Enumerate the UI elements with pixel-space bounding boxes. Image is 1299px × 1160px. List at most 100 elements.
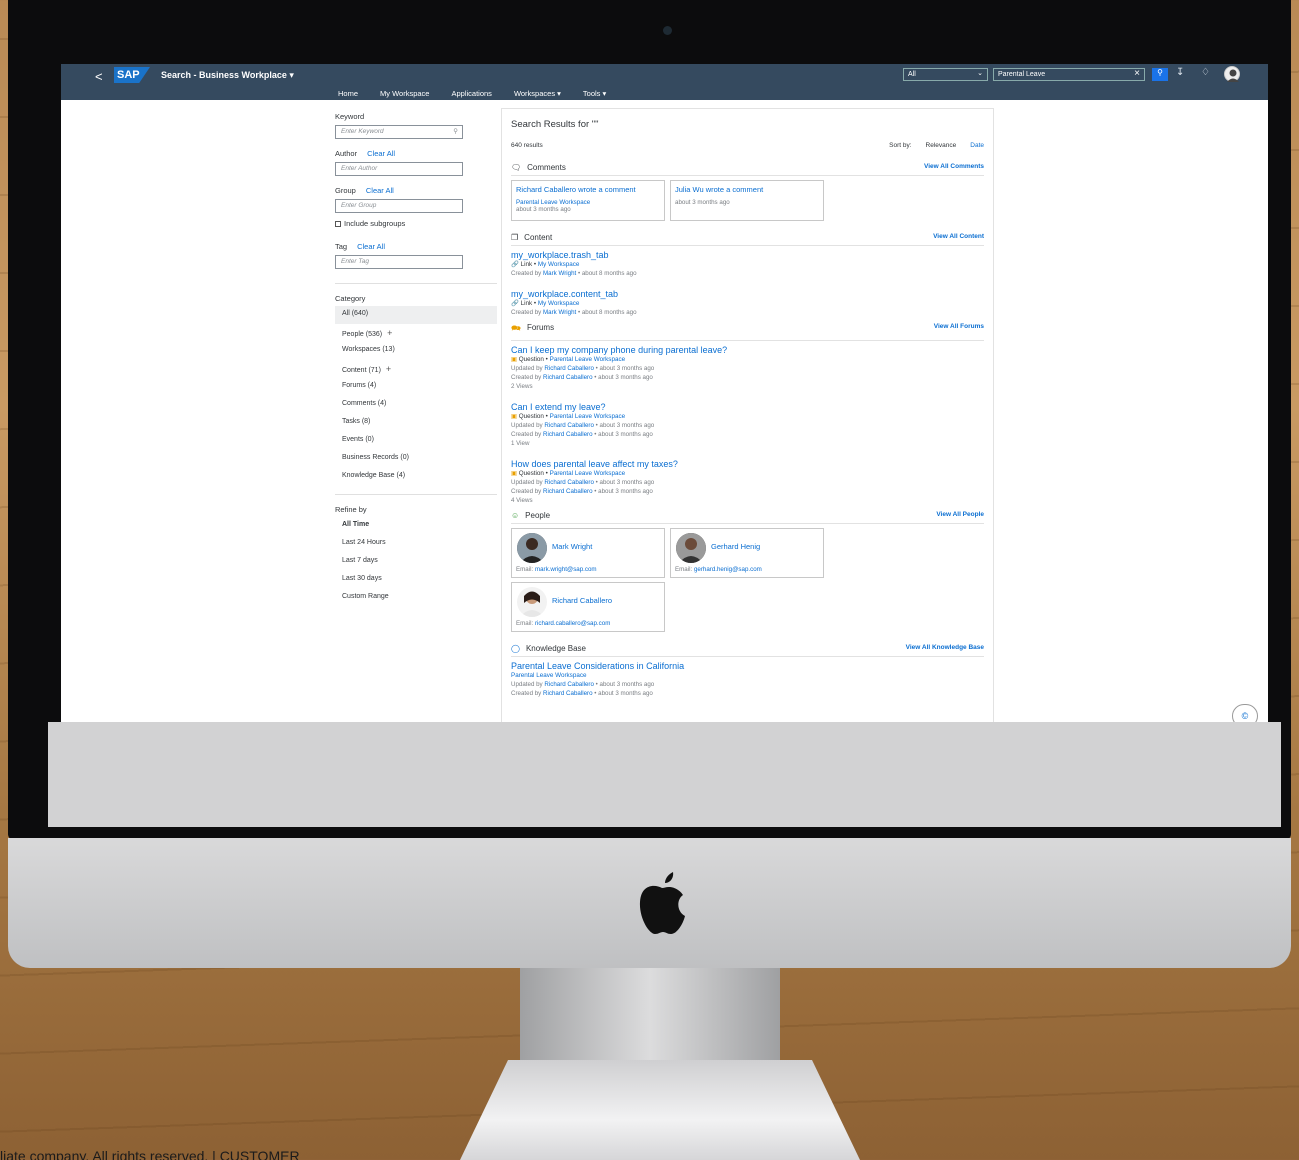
person-name[interactable]: Mark Wright — [552, 542, 592, 551]
person-name[interactable]: Richard Caballero — [552, 596, 612, 605]
sort-date[interactable]: Date — [970, 142, 984, 149]
forum-item-title[interactable]: Can I extend my leave? — [511, 402, 984, 412]
category-events[interactable]: Events (0) — [335, 432, 497, 450]
forum-item-title[interactable]: How does parental leave affect my taxes? — [511, 459, 984, 469]
search-scope-select[interactable]: All ⌄ — [903, 68, 988, 81]
created-by-link[interactable]: Richard Caballero — [543, 431, 593, 438]
content-item-title[interactable]: my_workplace.content_tab — [511, 289, 984, 299]
author-label: Author Clear All — [335, 149, 396, 158]
category-people[interactable]: People (536) + — [335, 324, 497, 342]
created-by-link[interactable]: Mark Wright — [543, 270, 576, 277]
category-business-records[interactable]: Business Records (0) — [335, 450, 497, 468]
results-count: 640 results — [511, 142, 543, 149]
forum-workspace-link[interactable]: Parental Leave Workspace — [550, 470, 626, 477]
view-all-content-link[interactable]: View All Content — [933, 233, 984, 242]
forum-workspace-link[interactable]: Parental Leave Workspace — [550, 356, 626, 363]
content-item-title[interactable]: my_workplace.trash_tab — [511, 250, 984, 260]
comment-card[interactable]: Julia Wu wrote a comment about 3 months … — [670, 180, 824, 221]
knowledge-base-item-title[interactable]: Parental Leave Considerations in Califor… — [511, 661, 984, 671]
view-all-forums-link[interactable]: View All Forums — [934, 323, 984, 337]
search-button[interactable]: ⚲ — [1152, 68, 1168, 81]
nav-workspaces[interactable]: Workspaces ▾ — [514, 89, 561, 98]
tag-clear-all[interactable]: Clear All — [357, 242, 385, 251]
category-workspaces[interactable]: Workspaces (13) — [335, 342, 497, 360]
forum-item-title[interactable]: Can I keep my company phone during paren… — [511, 345, 984, 355]
created-by-link[interactable]: Richard Caballero — [543, 690, 593, 697]
plus-icon[interactable]: + — [387, 328, 392, 338]
refine-last-30-days[interactable]: Last 30 days — [335, 571, 497, 589]
views-count: 4 Views — [511, 497, 533, 504]
app-title[interactable]: Search - Business Workplace ▾ — [161, 70, 294, 81]
category-comments[interactable]: Comments (4) — [335, 396, 497, 414]
divider — [335, 494, 497, 495]
comment-title[interactable]: Richard Caballero wrote a comment — [516, 185, 660, 194]
updated-by-link[interactable]: Richard Caballero — [544, 365, 594, 372]
nav-home[interactable]: Home — [338, 89, 358, 98]
created-by-link[interactable]: Richard Caballero — [543, 374, 593, 381]
kb-workspace-link[interactable]: Parental Leave Workspace — [511, 672, 587, 679]
user-avatar[interactable] — [1224, 66, 1240, 82]
view-all-people-link[interactable]: View All People — [936, 511, 984, 520]
updated-by-link[interactable]: Richard Caballero — [544, 479, 594, 486]
bell-icon[interactable]: ♢ — [1201, 67, 1210, 78]
created-by-link[interactable]: Richard Caballero — [543, 488, 593, 495]
comment-workspace[interactable]: Parental Leave Workspace — [516, 199, 660, 206]
search-query: Parental Leave — [998, 71, 1046, 78]
results-toolbar: 640 results Sort by: Relevance Date — [511, 142, 984, 149]
forums-title: Forums — [526, 323, 555, 332]
link-icon: 🔗 — [511, 261, 519, 268]
refine-all-time[interactable]: All Time — [335, 517, 497, 535]
back-button[interactable]: < — [95, 69, 103, 84]
author-clear-all[interactable]: Clear All — [367, 149, 395, 158]
content-workspace-link[interactable]: My Workspace — [538, 300, 580, 307]
search-icon: ⚲ — [1157, 68, 1163, 77]
nav-my-workspace[interactable]: My Workspace — [380, 89, 429, 98]
content-item: my_workplace.content_tab 🔗 Link • My Wor… — [511, 289, 984, 317]
comment-time: about 3 months ago — [675, 199, 730, 206]
nav-applications[interactable]: Applications — [451, 89, 491, 98]
updated-by-link[interactable]: Richard Caballero — [544, 681, 594, 688]
nav-tools[interactable]: Tools ▾ — [583, 89, 606, 98]
refine-last-7-days[interactable]: Last 7 days — [335, 553, 497, 571]
category-all[interactable]: All (640) — [335, 306, 497, 324]
person-email[interactable]: gerhard.henig@sap.com — [694, 566, 762, 573]
group-clear-all[interactable]: Clear All — [366, 186, 394, 195]
tag-input[interactable]: Enter Tag — [335, 255, 463, 269]
plus-icon[interactable]: + — [386, 364, 391, 374]
refine-last-24-hours[interactable]: Last 24 Hours — [335, 535, 497, 553]
sort-relevance[interactable]: Relevance — [926, 142, 957, 149]
person-card[interactable]: Mark Wright Email: mark.wright@sap.com — [511, 528, 665, 578]
content-icon: ❐ — [511, 233, 519, 242]
created-by-link[interactable]: Mark Wright — [543, 309, 576, 316]
checkbox-icon — [335, 220, 341, 227]
author-input[interactable]: Enter Author — [335, 162, 463, 176]
search-input[interactable]: Parental Leave × — [993, 68, 1145, 81]
comment-title[interactable]: Julia Wu wrote a comment — [675, 185, 819, 194]
keyword-input[interactable]: Enter Keyword ⚲ — [335, 125, 463, 139]
person-card[interactable]: Gerhard Henig Email: gerhard.henig@sap.c… — [670, 528, 824, 578]
include-subgroups-checkbox[interactable]: Include subgroups — [335, 219, 497, 228]
person-email[interactable]: richard.caballero@sap.com — [535, 620, 610, 627]
refine-custom-range[interactable]: Custom Range — [335, 589, 497, 607]
clear-icon[interactable]: × — [1134, 68, 1140, 79]
content-workspace-link[interactable]: My Workspace — [538, 261, 580, 268]
views-count: 2 Views — [511, 383, 533, 390]
view-all-comments-link[interactable]: View All Comments — [924, 163, 984, 172]
avatar — [517, 587, 547, 617]
category-content[interactable]: Content (71) + — [335, 360, 497, 378]
link-icon: 🔗 — [511, 300, 519, 307]
updated-by-link[interactable]: Richard Caballero — [544, 422, 594, 429]
forum-workspace-link[interactable]: Parental Leave Workspace — [550, 413, 626, 420]
category-knowledge-base[interactable]: Knowledge Base (4) — [335, 468, 497, 486]
group-input[interactable]: Enter Group — [335, 199, 463, 213]
person-name[interactable]: Gerhard Henig — [711, 542, 760, 551]
results-panel: Search Results for "" 640 results Sort b… — [501, 108, 994, 736]
download-icon[interactable]: ↧ — [1176, 67, 1184, 78]
category-tasks[interactable]: Tasks (8) — [335, 414, 497, 432]
view-all-knowledge-base-link[interactable]: View All Knowledge Base — [906, 644, 984, 653]
comment-card[interactable]: Richard Caballero wrote a comment Parent… — [511, 180, 665, 221]
people-cards: Mark Wright Email: mark.wright@sap.com G… — [511, 528, 984, 578]
category-forums[interactable]: Forums (4) — [335, 378, 497, 396]
person-card[interactable]: Richard Caballero Email: richard.caballe… — [511, 582, 665, 632]
person-email[interactable]: mark.wright@sap.com — [535, 566, 597, 573]
